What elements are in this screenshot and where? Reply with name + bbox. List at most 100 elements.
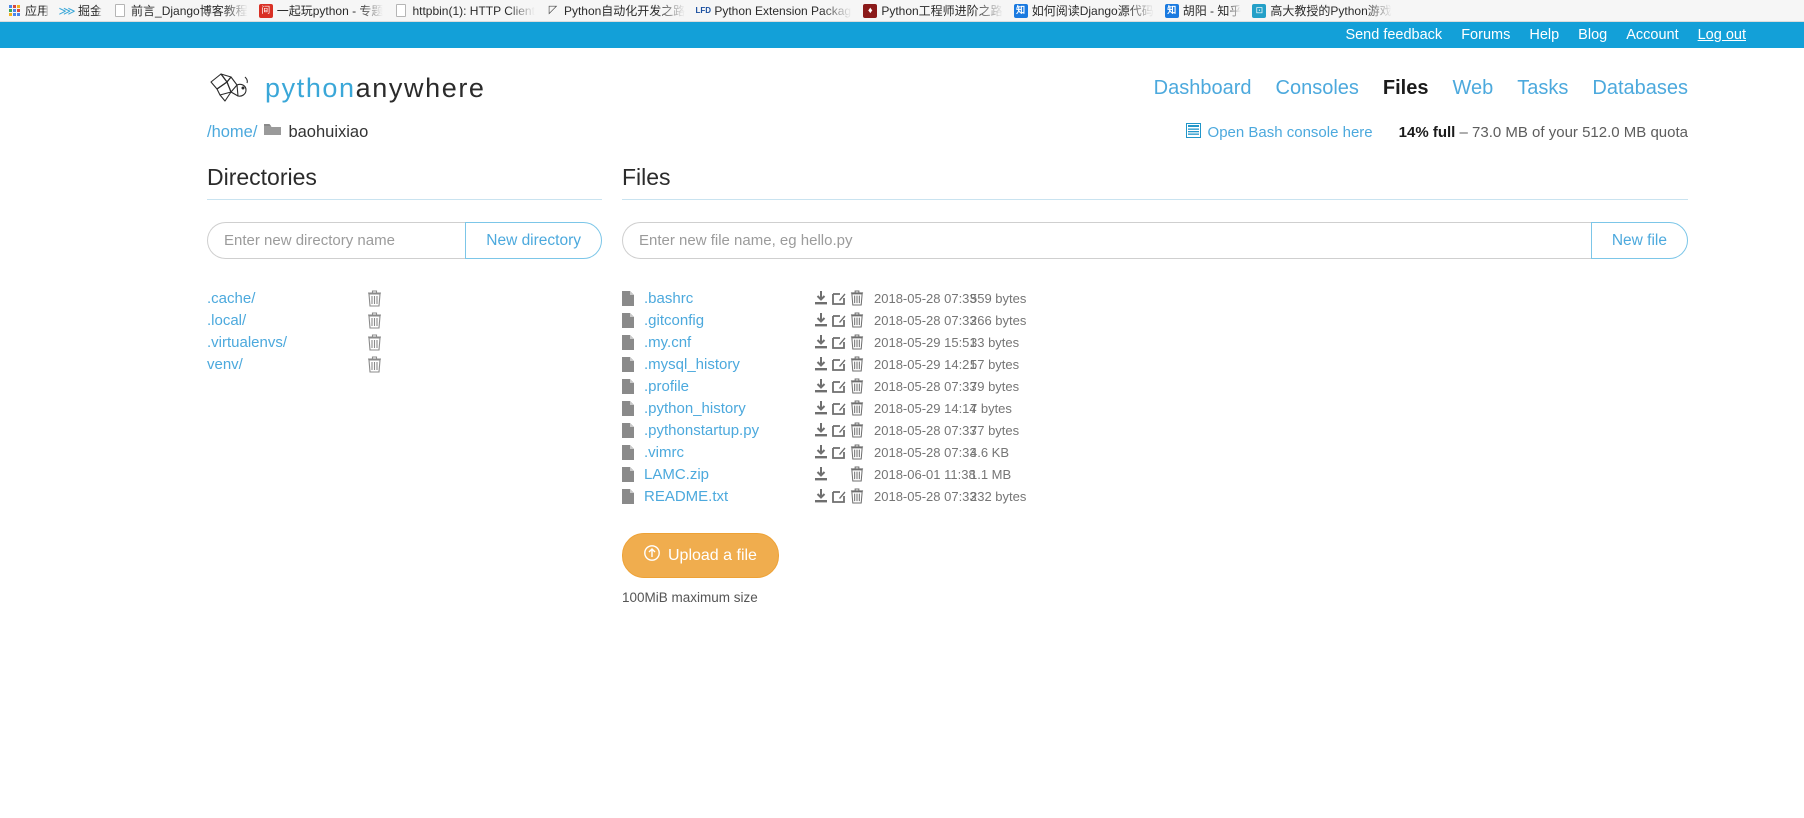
- file-date: 2018-05-28 07:33: [874, 422, 977, 438]
- delete-directory-icon[interactable]: [367, 311, 382, 329]
- directory-link[interactable]: .local/: [207, 312, 367, 329]
- delete-directory-icon[interactable]: [367, 355, 382, 373]
- directory-row: venv/: [207, 353, 602, 375]
- bookmark-item[interactable]: 知 胡阳 - 知乎: [1162, 1, 1248, 20]
- nav-files[interactable]: Files: [1383, 77, 1429, 100]
- bookmark-label: Python Extension Packages: [714, 3, 853, 18]
- bookmark-item[interactable]: LFD Python Extension Packages: [693, 3, 858, 19]
- delete-file-icon[interactable]: [850, 400, 864, 416]
- directory-link[interactable]: .cache/: [207, 290, 367, 307]
- file-link[interactable]: .profile: [644, 378, 804, 395]
- directory-row: .local/: [207, 309, 602, 331]
- edit-icon[interactable]: [832, 357, 846, 372]
- account-link[interactable]: Account: [1626, 27, 1678, 43]
- bookmark-item[interactable]: 间 一起玩python - 专题: [256, 1, 390, 20]
- nav-tasks[interactable]: Tasks: [1517, 77, 1568, 100]
- files-column: Files New file .bashrc 2018-05-28 07:33 …: [622, 164, 1688, 605]
- file-date: 2018-05-28 07:33: [874, 488, 977, 504]
- new-file-button[interactable]: New file: [1590, 222, 1688, 259]
- edit-icon[interactable]: [832, 291, 846, 306]
- quota-percent: 14% full: [1398, 123, 1456, 141]
- download-icon[interactable]: [814, 356, 828, 372]
- edit-icon[interactable]: [832, 423, 846, 438]
- file-row: .gitconfig 2018-05-28 07:33 266 bytes: [622, 309, 1688, 331]
- chevron-double-down-icon: ⋙: [58, 3, 76, 18]
- bookmark-item[interactable]: ◸ Python自动化开发之路: [543, 1, 691, 20]
- breadcrumb-home-link[interactable]: /home/: [207, 123, 257, 142]
- download-icon[interactable]: [814, 466, 828, 482]
- download-icon[interactable]: [814, 378, 828, 394]
- folder-icon: [263, 122, 282, 142]
- delete-directory-icon[interactable]: [367, 333, 382, 351]
- edit-icon[interactable]: [832, 489, 846, 504]
- file-icon: [622, 488, 638, 504]
- forums-link[interactable]: Forums: [1461, 27, 1510, 43]
- bookmark-label: 应用: [25, 4, 50, 18]
- open-bash-console-link[interactable]: Open Bash console here: [1185, 122, 1373, 142]
- delete-file-icon[interactable]: [850, 290, 864, 306]
- file-link[interactable]: .vimrc: [644, 444, 804, 461]
- new-file-input[interactable]: [622, 222, 1591, 259]
- file-link[interactable]: .gitconfig: [644, 312, 804, 329]
- nav-dashboard[interactable]: Dashboard: [1154, 77, 1252, 100]
- file-link[interactable]: .bashrc: [644, 290, 804, 307]
- delete-file-icon[interactable]: [850, 488, 864, 504]
- delete-directory-icon[interactable]: [367, 289, 382, 307]
- file-row: .profile 2018-05-28 07:33 79 bytes: [622, 375, 1688, 397]
- edit-icon[interactable]: [832, 445, 846, 460]
- file-actions: [814, 334, 874, 350]
- nav-web[interactable]: Web: [1452, 77, 1493, 100]
- bookmark-item[interactable]: ⋙ 掘金: [57, 1, 108, 20]
- pythonanywhere-logo[interactable]: pythonanywhere: [207, 68, 486, 108]
- edit-icon[interactable]: [832, 401, 846, 416]
- file-link[interactable]: .pythonstartup.py: [644, 422, 804, 439]
- nav-databases[interactable]: Databases: [1592, 77, 1688, 100]
- nav-consoles[interactable]: Consoles: [1276, 77, 1359, 100]
- download-icon[interactable]: [814, 312, 828, 328]
- new-directory-button[interactable]: New directory: [465, 222, 602, 259]
- new-directory-input[interactable]: [207, 222, 466, 259]
- download-icon[interactable]: [814, 334, 828, 350]
- file-size: 57 bytes: [970, 356, 1020, 372]
- delete-file-icon[interactable]: [850, 356, 864, 372]
- delete-file-icon[interactable]: [850, 378, 864, 394]
- bookmark-item[interactable]: 知 如何阅读Django源代码: [1011, 1, 1160, 20]
- download-icon[interactable]: [814, 290, 828, 306]
- file-link[interactable]: LAMC.zip: [644, 466, 804, 483]
- delete-file-icon[interactable]: [850, 312, 864, 328]
- download-icon[interactable]: [814, 400, 828, 416]
- content-columns: Directories New directory .cache/ .local…: [207, 164, 1688, 605]
- download-icon[interactable]: [814, 488, 828, 504]
- upload-file-button[interactable]: Upload a file: [622, 533, 779, 578]
- delete-file-icon[interactable]: [850, 422, 864, 438]
- edit-icon[interactable]: [832, 379, 846, 394]
- bookmark-item[interactable]: 前言_Django博客教程: [110, 1, 254, 20]
- directory-link[interactable]: venv/: [207, 356, 367, 373]
- blog-link[interactable]: Blog: [1578, 27, 1607, 43]
- bookmark-item[interactable]: ⊡ 高大教授的Python游戏: [1249, 1, 1397, 20]
- file-link[interactable]: .python_history: [644, 400, 804, 417]
- file-size: 1.1 MB: [970, 466, 1012, 482]
- edit-icon[interactable]: [832, 335, 846, 350]
- directory-link[interactable]: .virtualenvs/: [207, 334, 367, 351]
- bookmark-item[interactable]: httpbin(1): HTTP Client: [391, 3, 541, 19]
- delete-file-icon[interactable]: [850, 466, 864, 482]
- logo-wordmark: pythonanywhere: [265, 73, 486, 104]
- download-icon[interactable]: [814, 422, 828, 438]
- file-size: 4.6 KB: [970, 444, 1010, 460]
- quota-block: Open Bash console here 14% full – 73.0 M…: [1185, 122, 1688, 142]
- file-link[interactable]: .mysql_history: [644, 356, 804, 373]
- file-link[interactable]: README.txt: [644, 488, 804, 505]
- help-link[interactable]: Help: [1529, 27, 1559, 43]
- bookmark-item[interactable]: 应用: [4, 1, 55, 20]
- file-date: 2018-06-01 11:38: [874, 466, 976, 482]
- delete-file-icon[interactable]: [850, 334, 864, 350]
- bookmark-item[interactable]: ♦ Python工程师进阶之路: [860, 1, 1008, 20]
- download-icon[interactable]: [814, 444, 828, 460]
- file-row: .my.cnf 2018-05-29 15:51 33 bytes: [622, 331, 1688, 353]
- logout-link[interactable]: Log out: [1698, 27, 1746, 43]
- edit-icon[interactable]: [832, 313, 846, 328]
- delete-file-icon[interactable]: [850, 444, 864, 460]
- send-feedback-link[interactable]: Send feedback: [1345, 27, 1442, 43]
- file-link[interactable]: .my.cnf: [644, 334, 804, 351]
